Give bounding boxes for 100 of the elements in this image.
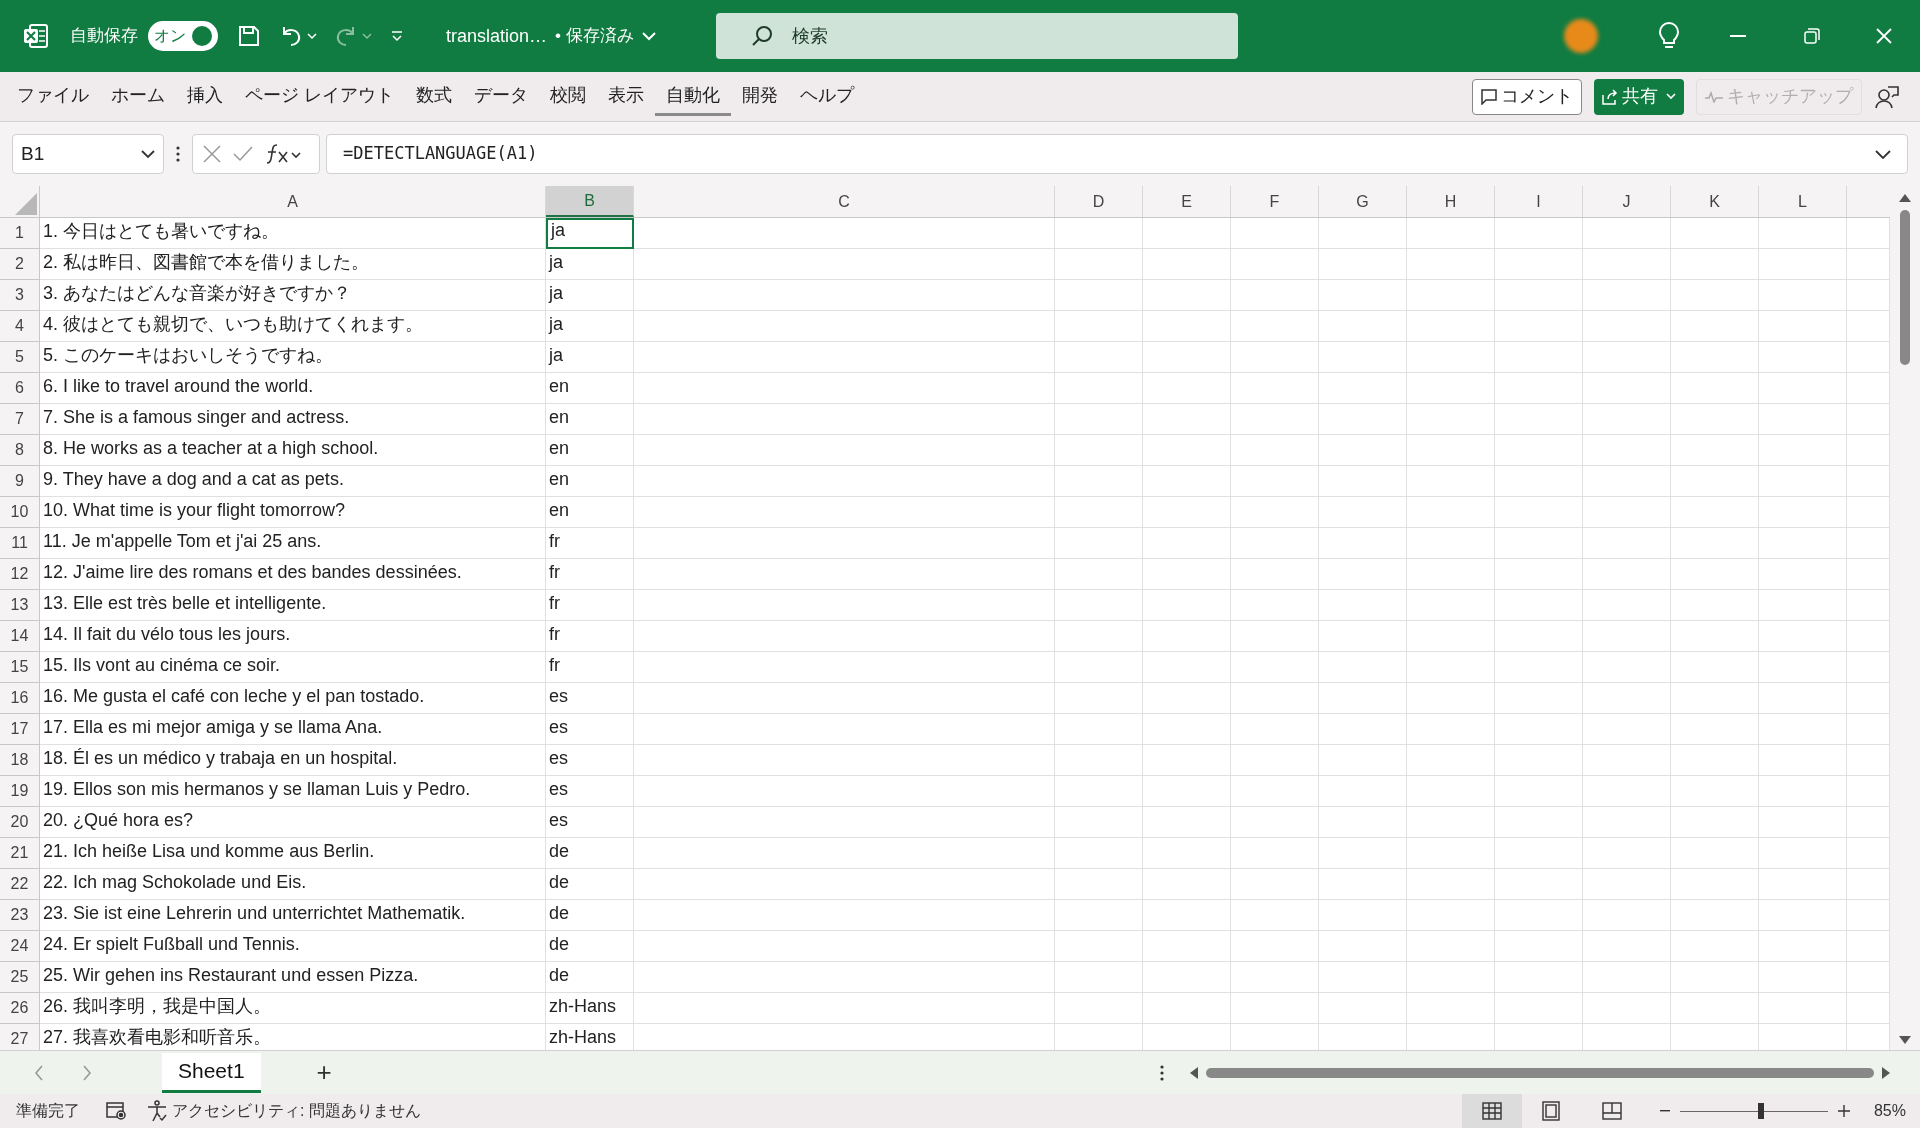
zoom-slider[interactable] xyxy=(1679,1103,1828,1119)
empty-cell[interactable] xyxy=(1319,435,1407,466)
empty-cell[interactable] xyxy=(1143,807,1231,838)
empty-cell[interactable] xyxy=(1231,249,1319,280)
table-cell[interactable]: 17. Ella es mi mejor amiga y se llama Ana. xyxy=(40,714,546,745)
empty-cell[interactable] xyxy=(1583,807,1671,838)
name-box[interactable]: B1 xyxy=(12,134,164,174)
page-break-icon[interactable] xyxy=(1601,1102,1622,1120)
chevron-right-icon[interactable] xyxy=(82,1064,92,1081)
empty-cell[interactable] xyxy=(634,497,1055,528)
empty-cell[interactable] xyxy=(634,218,1055,249)
empty-cell[interactable] xyxy=(634,621,1055,652)
empty-cell[interactable] xyxy=(1055,218,1143,249)
empty-cell[interactable] xyxy=(1319,931,1407,962)
table-cell[interactable]: 21. Ich heiße Lisa und komme aus Berlin. xyxy=(40,838,546,869)
ribbon-tab[interactable]: 挿入 xyxy=(176,77,234,116)
empty-cell[interactable] xyxy=(1231,218,1319,249)
empty-cell[interactable] xyxy=(1143,869,1231,900)
empty-cell[interactable] xyxy=(1759,931,1847,962)
empty-cell[interactable] xyxy=(1759,528,1847,559)
empty-cell[interactable] xyxy=(1407,311,1495,342)
empty-cell[interactable] xyxy=(1495,838,1583,869)
empty-cell[interactable] xyxy=(1671,342,1759,373)
empty-cell[interactable] xyxy=(1671,590,1759,621)
table-cell[interactable]: 11. Je m'appelle Tom et j'ai 25 ans. xyxy=(40,528,546,559)
empty-cell[interactable] xyxy=(1759,838,1847,869)
empty-cell[interactable] xyxy=(1055,683,1143,714)
empty-cell[interactable] xyxy=(1759,776,1847,807)
empty-cell[interactable] xyxy=(1143,993,1231,1024)
empty-cell[interactable] xyxy=(1671,404,1759,435)
table-cell[interactable]: de xyxy=(546,931,634,962)
row-header[interactable]: 18 xyxy=(0,745,40,776)
empty-cell[interactable] xyxy=(1231,900,1319,931)
ribbon-tab[interactable]: 数式 xyxy=(405,77,463,116)
empty-cell[interactable] xyxy=(1407,373,1495,404)
empty-cell[interactable] xyxy=(1055,900,1143,931)
empty-cell[interactable] xyxy=(1231,435,1319,466)
table-cell[interactable]: ja xyxy=(546,280,634,311)
ribbon-tab[interactable]: 表示 xyxy=(597,77,655,116)
empty-cell[interactable] xyxy=(1407,621,1495,652)
table-cell[interactable]: en xyxy=(546,466,634,497)
column-header[interactable]: B xyxy=(546,186,634,217)
empty-cell[interactable] xyxy=(634,559,1055,590)
empty-cell[interactable] xyxy=(1319,404,1407,435)
empty-cell[interactable] xyxy=(1671,962,1759,993)
table-cell[interactable]: es xyxy=(546,807,634,838)
row-header[interactable]: 1 xyxy=(0,218,40,249)
row-header[interactable]: 15 xyxy=(0,652,40,683)
empty-cell[interactable] xyxy=(1055,466,1143,497)
empty-cell[interactable] xyxy=(1495,497,1583,528)
empty-cell[interactable] xyxy=(1319,962,1407,993)
scroll-down-icon[interactable] xyxy=(1899,1036,1911,1044)
empty-cell[interactable] xyxy=(1055,838,1143,869)
empty-cell[interactable] xyxy=(1759,683,1847,714)
table-cell[interactable]: fr xyxy=(546,590,634,621)
empty-cell[interactable] xyxy=(1583,249,1671,280)
scroll-right-icon[interactable] xyxy=(1882,1066,1890,1079)
empty-cell[interactable] xyxy=(1319,497,1407,528)
empty-cell[interactable] xyxy=(1583,745,1671,776)
empty-cell[interactable] xyxy=(1231,342,1319,373)
table-cell[interactable]: 9. They have a dog and a cat as pets. xyxy=(40,466,546,497)
empty-cell[interactable] xyxy=(634,838,1055,869)
comment-button[interactable]: コメント xyxy=(1472,78,1582,115)
empty-cell[interactable] xyxy=(1583,652,1671,683)
empty-cell[interactable] xyxy=(1671,776,1759,807)
empty-cell[interactable] xyxy=(1583,776,1671,807)
empty-cell[interactable] xyxy=(1759,807,1847,838)
empty-cell[interactable] xyxy=(1495,931,1583,962)
row-header[interactable]: 17 xyxy=(0,714,40,745)
empty-cell[interactable] xyxy=(1143,838,1231,869)
empty-cell[interactable] xyxy=(1583,342,1671,373)
empty-cell[interactable] xyxy=(634,869,1055,900)
zoom-in-icon[interactable] xyxy=(1837,1105,1850,1117)
table-cell[interactable]: en xyxy=(546,497,634,528)
empty-cell[interactable] xyxy=(1055,342,1143,373)
empty-cell[interactable] xyxy=(1495,311,1583,342)
empty-cell[interactable] xyxy=(1143,559,1231,590)
row-header[interactable]: 8 xyxy=(0,435,40,466)
empty-cell[interactable] xyxy=(1495,776,1583,807)
empty-cell[interactable] xyxy=(1143,962,1231,993)
empty-cell[interactable] xyxy=(1671,497,1759,528)
empty-cell[interactable] xyxy=(1319,621,1407,652)
empty-cell[interactable] xyxy=(1319,280,1407,311)
empty-cell[interactable] xyxy=(1759,962,1847,993)
ribbon-tab[interactable]: データ xyxy=(463,77,539,116)
vertical-scrollbar[interactable] xyxy=(1890,186,1920,1050)
empty-cell[interactable] xyxy=(1055,559,1143,590)
empty-cell[interactable] xyxy=(1231,745,1319,776)
empty-cell[interactable] xyxy=(1143,528,1231,559)
empty-cell[interactable] xyxy=(1407,218,1495,249)
empty-cell[interactable] xyxy=(634,714,1055,745)
empty-cell[interactable] xyxy=(1759,559,1847,590)
empty-cell[interactable] xyxy=(634,280,1055,311)
empty-cell[interactable] xyxy=(1143,342,1231,373)
empty-cell[interactable] xyxy=(1583,869,1671,900)
empty-cell[interactable] xyxy=(1407,466,1495,497)
table-cell[interactable]: 18. Él es un médico y trabaja en un hospital. xyxy=(40,745,546,776)
empty-cell[interactable] xyxy=(1495,869,1583,900)
empty-cell[interactable] xyxy=(1495,528,1583,559)
empty-cell[interactable] xyxy=(1495,404,1583,435)
